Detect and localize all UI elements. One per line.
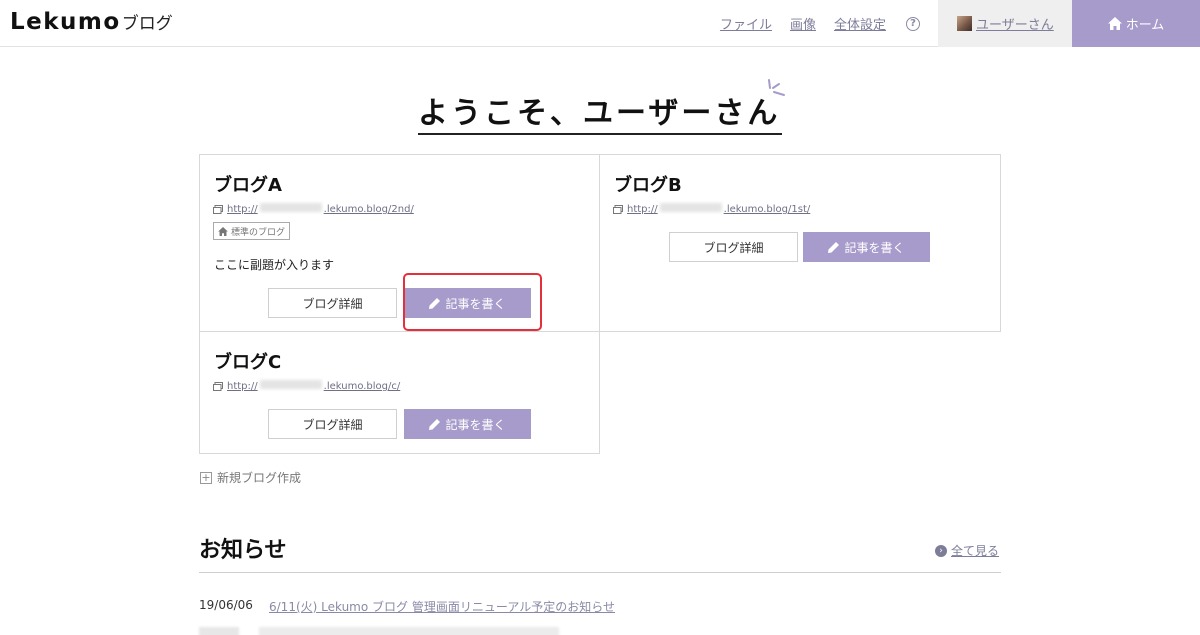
window-icon [213,381,223,391]
blog-detail-button[interactable]: ブログ詳細 [669,232,798,262]
default-blog-badge: 標準のブログ [213,222,291,240]
blog-url-link[interactable]: http://.lekumo.blog/c/ [227,380,400,392]
write-post-button[interactable]: 記事を書く [404,409,531,439]
pencil-icon [828,241,840,253]
blog-name: ブログA [214,175,282,196]
highlight-box [403,273,542,331]
blog-url-link[interactable]: http://.lekumo.blog/1st/ [627,203,810,215]
news-heading: お知らせ [199,538,287,563]
new-blog-link[interactable]: + 新規ブログ作成 [200,469,301,486]
home-icon [1107,17,1122,30]
home-label: ホーム [1125,18,1165,33]
blog-detail-button[interactable]: ブログ詳細 [268,409,397,439]
logo-brand: Lekumo [10,9,121,35]
window-icon [213,204,223,214]
news-date: 19/06/06 [199,598,253,612]
home-icon [218,226,228,236]
blog-url-link[interactable]: http://.lekumo.blog/2nd/ [227,203,414,215]
user-menu[interactable]: ユーザーさん [938,0,1072,47]
user-name-link[interactable]: ユーザーさん [976,14,1054,33]
top-nav: ファイル 画像 全体設定 ? ユーザーさん ホーム [720,0,1200,47]
see-all-link[interactable]: › 全て見る [935,542,999,559]
title-underline [418,133,782,135]
blog-url: http://.lekumo.blog/1st/ [613,203,810,215]
blog-subtitle: ここに副題が入ります [214,258,335,272]
news-link[interactable]: 6/11(火) Lekumo ブログ 管理画面リニューアル予定のお知らせ [269,598,615,615]
blurred-subdomain [659,203,722,212]
news-item-cutoff [199,627,559,635]
badge-label: 標準のブログ [231,227,286,238]
home-button[interactable]: ホーム [1072,0,1200,47]
window-icon [613,204,623,214]
write-label: 記事を書く [844,240,905,255]
blog-card-c: ブログC http://.lekumo.blog/c/ ブログ詳細 記事を書く [199,331,600,454]
blog-url: http://.lekumo.blog/c/ [213,380,400,392]
arrow-right-icon: › [935,544,947,557]
write-label: 記事を書く [445,417,506,432]
nav-file-link[interactable]: ファイル [720,14,772,33]
blog-detail-button[interactable]: ブログ詳細 [268,288,397,318]
divider [199,572,1001,573]
news-item: 19/06/06 6/11(火) Lekumo ブログ 管理画面リニューアル予定… [199,598,615,615]
new-blog-label: 新規ブログ作成 [217,471,302,485]
logo-sub: ブログ [121,14,173,34]
pencil-icon [429,418,441,430]
avatar [957,16,972,31]
sparkle-icon [768,79,785,96]
write-post-button[interactable]: 記事を書く [803,232,930,262]
blurred-subdomain [259,203,322,212]
blurred-subdomain [259,380,322,389]
see-all-label[interactable]: 全て見る [951,542,999,559]
blog-name: ブログB [614,175,682,196]
blog-url: http://.lekumo.blog/2nd/ [213,203,414,215]
plus-icon: + [200,470,212,484]
blog-name: ブログC [214,352,282,373]
nav-image-link[interactable]: 画像 [790,14,816,33]
top-header: Lekumo ブログ ファイル 画像 全体設定 ? ユーザーさん ホーム [0,0,1200,47]
nav-settings-link[interactable]: 全体設定 [834,14,886,33]
blog-card-b: ブログB http://.lekumo.blog/1st/ ブログ詳細 記事を書… [599,154,1001,332]
page-title: ようこそ、ユーザーさん [418,96,781,131]
logo[interactable]: Lekumo ブログ [10,9,173,39]
help-icon[interactable]: ? [906,16,920,31]
